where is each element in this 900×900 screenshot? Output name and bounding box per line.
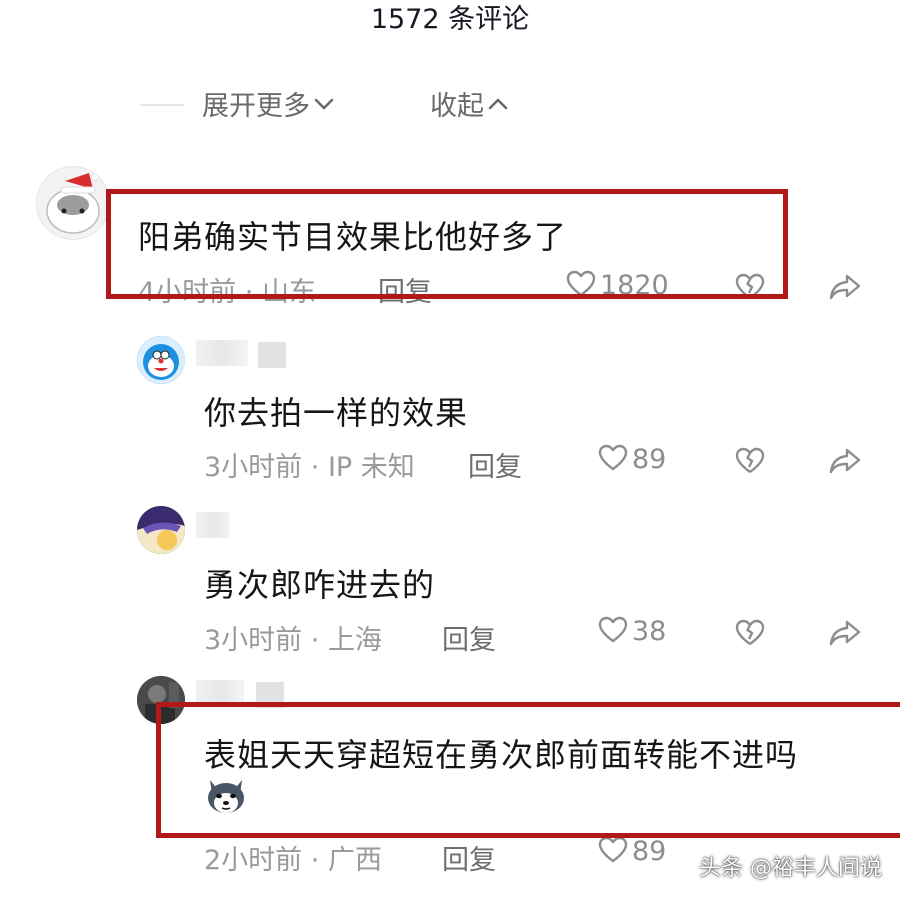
comment-location: IP 未知 (327, 452, 415, 483)
like-button[interactable]: 89 (598, 836, 666, 867)
share-button[interactable] (828, 619, 862, 651)
comment-item: 你去拍一样的效果 3小时前 · IP 未知 回复 89 (0, 330, 900, 490)
username-blurred (196, 340, 248, 366)
username-blurred (258, 342, 286, 368)
username-blurred (196, 512, 230, 538)
like-count: 89 (632, 444, 667, 475)
thread-controls: 展开更多 收起 (0, 80, 900, 130)
expand-more-button[interactable]: 展开更多 (202, 84, 336, 123)
like-count: 89 (632, 836, 667, 867)
meta-separator: · (310, 452, 320, 483)
comment-meta: 3小时前 · 上海 (204, 618, 382, 657)
heart-icon (598, 616, 632, 647)
share-button[interactable] (828, 447, 862, 479)
dislike-button[interactable] (734, 273, 766, 305)
share-arrow-icon (828, 274, 862, 305)
comment-location: 山东 (261, 277, 316, 308)
dislike-button[interactable] (734, 447, 766, 479)
broken-heart-icon (734, 447, 766, 479)
comment-time: 4小时前 (138, 277, 237, 308)
comment-meta: 4小时前 · 山东 (138, 270, 316, 309)
comment-item: 勇次郎咋进去的 3小时前 · 上海 回复 38 (0, 502, 900, 662)
meta-separator: · (310, 625, 320, 656)
anime-avatar-icon (137, 506, 185, 554)
reply-button[interactable]: 回复 (378, 270, 432, 309)
reply-button[interactable]: 回复 (468, 445, 522, 484)
comment-text: 勇次郎咋进去的 (204, 566, 436, 604)
reply-button[interactable]: 回复 (442, 838, 496, 877)
broken-heart-icon (734, 273, 766, 305)
avatar[interactable] (137, 336, 185, 384)
comment-text: 表姐天天穿超短在勇次郎前面转能不进吗 (204, 736, 799, 774)
comment-time: 2小时前 (204, 845, 303, 876)
meta-separator: · (244, 277, 254, 308)
dislike-button[interactable] (734, 619, 766, 651)
photo-avatar-icon (137, 676, 185, 724)
divider-line (140, 104, 184, 106)
reply-button[interactable]: 回复 (442, 618, 496, 657)
like-button[interactable]: 1820 (566, 270, 669, 301)
collapse-button[interactable]: 收起 (430, 84, 510, 123)
comment-time: 3小时前 (204, 625, 303, 656)
heart-icon (598, 836, 632, 867)
chevron-down-icon (312, 92, 336, 123)
broken-heart-icon (734, 619, 766, 651)
doraemon-avatar-icon (137, 336, 185, 384)
avatar[interactable] (36, 166, 110, 240)
share-arrow-icon (828, 448, 862, 479)
watermark: 头条 @裕丰人间说 (699, 856, 882, 881)
comment-location: 上海 (327, 625, 382, 656)
like-button[interactable]: 38 (598, 616, 666, 647)
chevron-up-icon (486, 92, 510, 123)
avatar[interactable] (137, 506, 185, 554)
heart-icon (566, 270, 600, 301)
username-blurred (196, 680, 244, 706)
comment-location: 广西 (327, 845, 382, 876)
like-button[interactable]: 89 (598, 444, 666, 475)
heart-icon (598, 444, 632, 475)
expand-more-label: 展开更多 (202, 91, 310, 122)
like-count: 1820 (600, 270, 669, 301)
comment-text: 阳弟确实节目效果比他好多了 (138, 218, 568, 256)
meta-separator: · (310, 845, 320, 876)
username-blurred (256, 682, 284, 708)
comment-meta: 3小时前 · IP 未知 (204, 445, 415, 484)
share-arrow-icon (828, 620, 862, 651)
like-count: 38 (632, 616, 667, 647)
comment-text: 你去拍一样的效果 (204, 394, 469, 432)
avatar[interactable] (137, 676, 185, 724)
comment-meta: 2小时前 · 广西 (204, 838, 382, 877)
hamster-avatar-icon (46, 173, 100, 234)
comment-item: 阳弟确实节目效果比他好多了 4小时前 · 山东 回复 1820 (0, 160, 900, 320)
collapse-label: 收起 (430, 91, 484, 122)
share-button[interactable] (828, 273, 862, 305)
comments-count-title: 1572 条评论 (370, 4, 530, 35)
husky-dog-emoji-icon (204, 776, 248, 820)
comment-time: 3小时前 (204, 452, 303, 483)
